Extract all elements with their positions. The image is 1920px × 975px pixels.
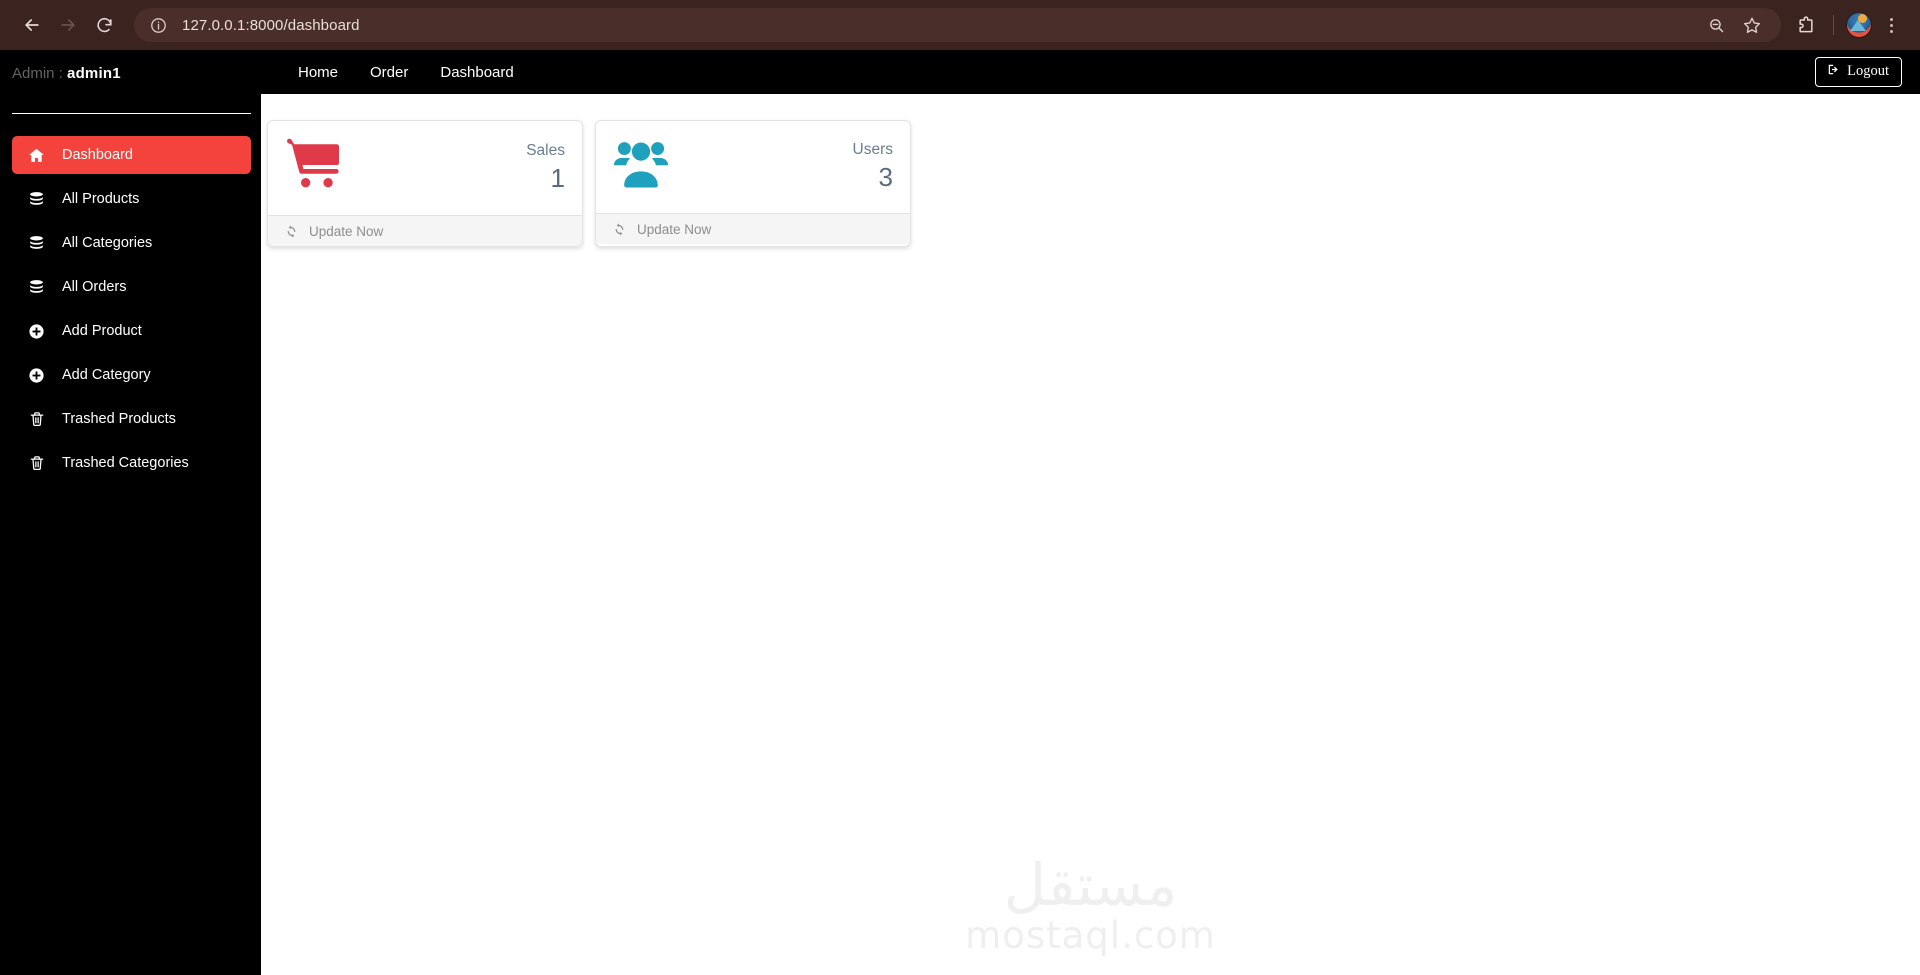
users-icon xyxy=(613,136,669,195)
sign-out-icon xyxy=(1827,63,1840,80)
sidebar-divider xyxy=(12,113,251,114)
sidebar-nav: Dashboard All Products All Categories Al… xyxy=(0,136,261,482)
nav-link-order[interactable]: Order xyxy=(359,58,419,87)
watermark: مستقل mostaql.com xyxy=(261,856,1920,957)
stat-card-sales: Sales 1 Update Now xyxy=(267,120,583,247)
address-bar[interactable]: 127.0.0.1:8000/dashboard xyxy=(134,8,1781,42)
back-button[interactable] xyxy=(14,7,50,43)
app-shell: Admin : admin1 Dashboard All Products Al… xyxy=(0,50,1920,975)
sidebar-item-label: Dashboard xyxy=(62,147,133,163)
reload-button[interactable] xyxy=(86,7,122,43)
sidebar-item-trashed-products[interactable]: Trashed Products xyxy=(12,400,251,438)
logout-button[interactable]: Logout xyxy=(1815,57,1902,87)
plus-circle-icon xyxy=(27,367,46,384)
trash-icon xyxy=(27,411,46,427)
bookmark-star-icon[interactable] xyxy=(1737,10,1767,40)
brand: Admin : admin1 xyxy=(0,50,261,84)
stat-card-footer-label: Update Now xyxy=(309,223,384,239)
stat-card-users: Users 3 Update Now xyxy=(595,120,911,247)
sidebar-item-add-product[interactable]: Add Product xyxy=(12,312,251,350)
nav-link-dashboard[interactable]: Dashboard xyxy=(429,58,524,87)
stat-card-label: Users xyxy=(852,140,893,158)
sidebar-item-all-orders[interactable]: All Orders xyxy=(12,268,251,306)
stat-card-footer[interactable]: Update Now xyxy=(268,215,582,246)
sidebar-item-label: All Categories xyxy=(62,235,153,251)
browser-toolbar: 127.0.0.1:8000/dashboard xyxy=(0,0,1920,50)
browser-menu-icon[interactable] xyxy=(1876,10,1906,40)
stat-cards-row: Sales 1 Update Now Users 3 Update Now xyxy=(267,120,1920,247)
profile-avatar[interactable] xyxy=(1846,12,1872,38)
top-navbar: Home Order Dashboard Logout xyxy=(261,50,1920,94)
toolbar-divider xyxy=(1833,15,1834,35)
shopping-cart-icon xyxy=(285,136,345,197)
stat-card-meta: Sales 1 xyxy=(526,141,565,193)
extensions-icon[interactable] xyxy=(1791,10,1821,40)
stat-card-body: Sales 1 xyxy=(268,121,582,215)
sidebar-item-label: All Orders xyxy=(62,279,127,295)
sidebar-item-label: All Products xyxy=(62,191,140,207)
sidebar-item-all-products[interactable]: All Products xyxy=(12,180,251,218)
url-text: 127.0.0.1:8000/dashboard xyxy=(182,16,360,34)
database-icon xyxy=(27,191,46,208)
sidebar-item-add-category[interactable]: Add Category xyxy=(12,356,251,394)
top-nav-links: Home Order Dashboard xyxy=(287,58,525,87)
stat-card-body: Users 3 xyxy=(596,121,910,213)
logout-label: Logout xyxy=(1847,63,1889,80)
refresh-icon xyxy=(285,225,298,238)
sidebar-item-dashboard[interactable]: Dashboard xyxy=(12,136,251,174)
content-column: Home Order Dashboard Logout Sales 1 Upda… xyxy=(261,50,1920,975)
sidebar-item-label: Add Product xyxy=(62,323,142,339)
stat-card-label: Sales xyxy=(526,141,565,159)
zoom-icon[interactable] xyxy=(1701,10,1731,40)
database-icon xyxy=(27,235,46,252)
watermark-arabic: مستقل xyxy=(1003,851,1178,920)
stat-card-value: 3 xyxy=(878,161,893,192)
brand-username: admin1 xyxy=(67,65,121,82)
sidebar-item-trashed-categories[interactable]: Trashed Categories xyxy=(12,444,251,482)
brand-label: Admin : xyxy=(12,65,63,82)
forward-button[interactable] xyxy=(50,7,86,43)
plus-circle-icon xyxy=(27,323,46,340)
sidebar: Admin : admin1 Dashboard All Products Al… xyxy=(0,50,261,975)
site-info-icon[interactable] xyxy=(148,15,168,35)
trash-icon xyxy=(27,455,46,471)
main-content: Sales 1 Update Now Users 3 Update Now مس… xyxy=(261,94,1920,975)
stat-card-footer-label: Update Now xyxy=(637,221,712,237)
home-icon xyxy=(27,147,46,164)
nav-link-home[interactable]: Home xyxy=(287,58,349,87)
stat-card-footer[interactable]: Update Now xyxy=(596,213,910,244)
watermark-latin: mostaql.com xyxy=(965,914,1216,958)
stat-card-meta: Users 3 xyxy=(853,140,893,192)
refresh-icon xyxy=(613,223,626,236)
sidebar-item-all-categories[interactable]: All Categories xyxy=(12,224,251,262)
stat-card-value: 1 xyxy=(550,162,565,193)
sidebar-item-label: Trashed Categories xyxy=(62,455,189,471)
sidebar-item-label: Trashed Products xyxy=(62,411,176,427)
sidebar-item-label: Add Category xyxy=(62,367,151,383)
database-icon xyxy=(27,279,46,296)
